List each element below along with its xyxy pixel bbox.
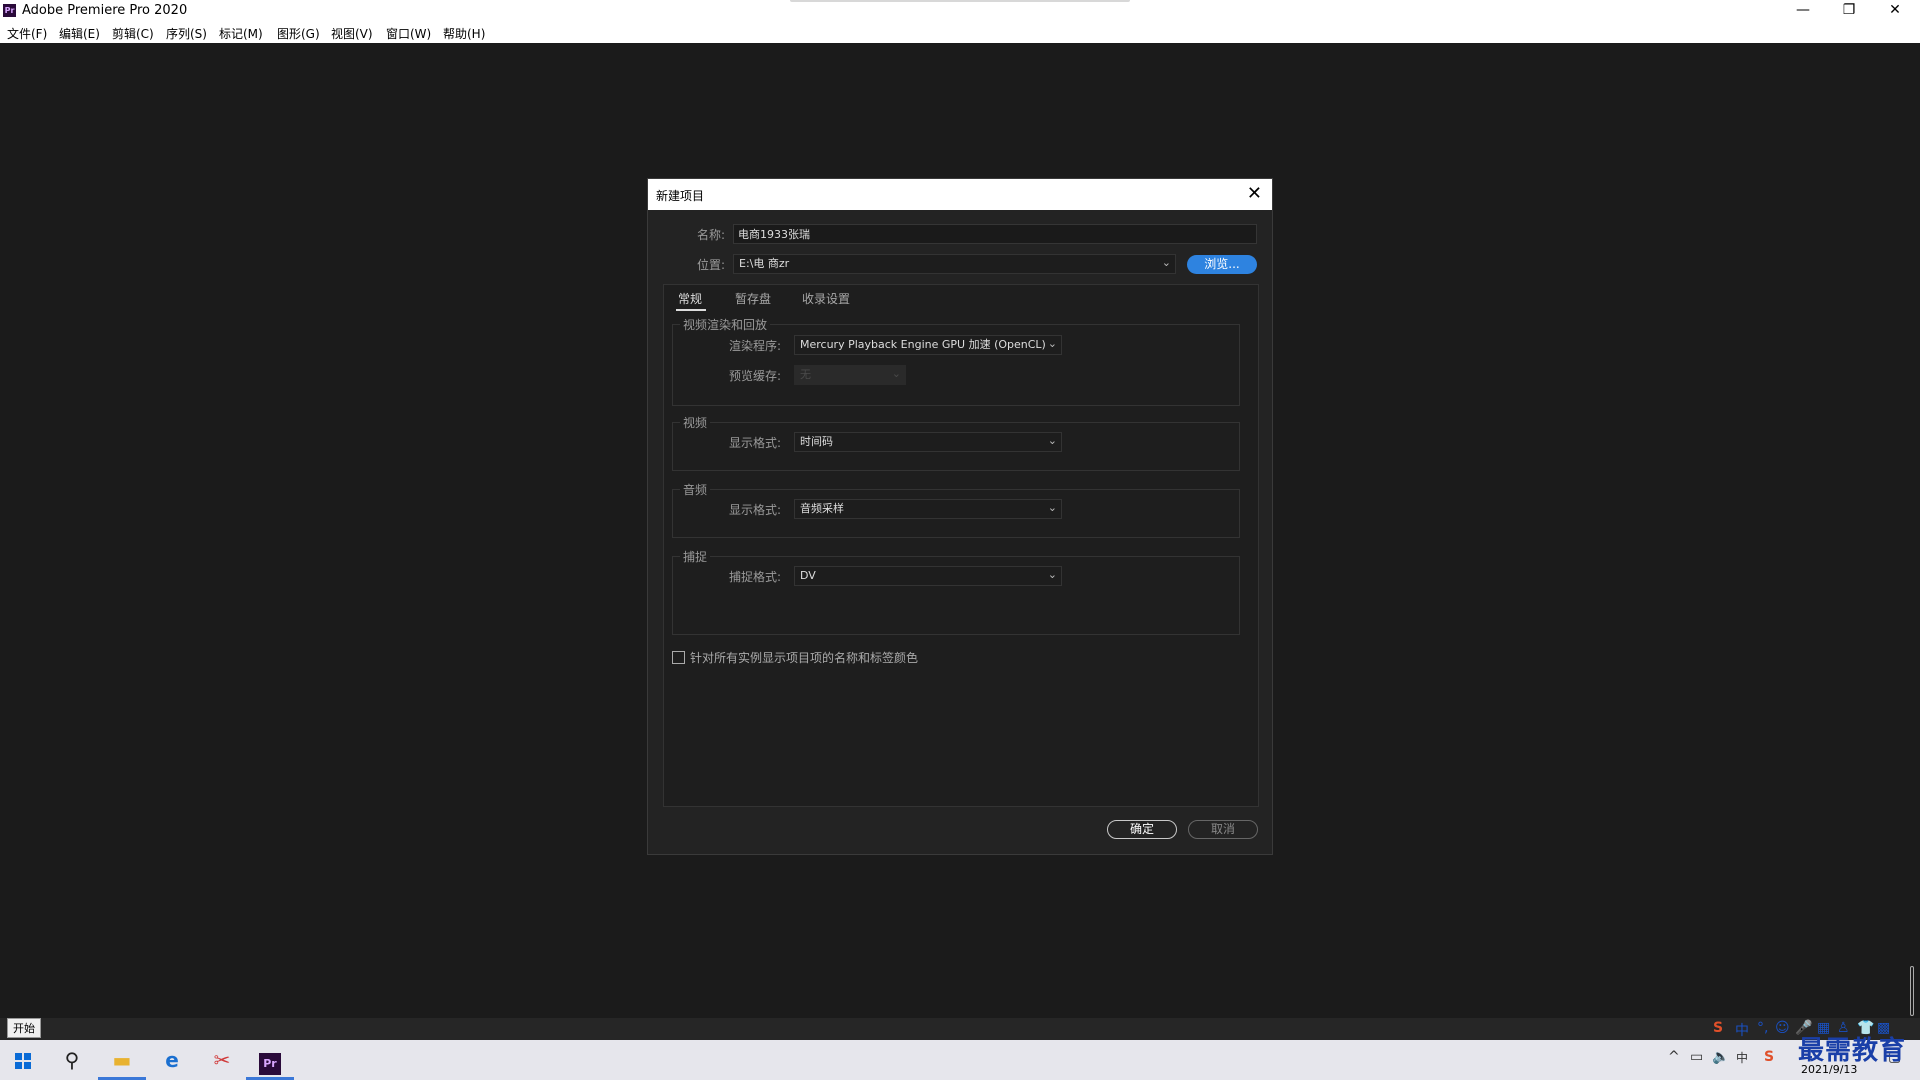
- chevron-up-icon[interactable]: ^: [1668, 1049, 1680, 1065]
- menu-edit[interactable]: 编辑(E): [59, 25, 100, 42]
- chevron-down-icon: ⌄: [1047, 568, 1057, 581]
- video-section-title: 视频: [680, 414, 711, 431]
- new-project-dialog: 新建项目 ✕ 名称: 位置: E:\电 商zr ⌄ 浏览... 常规 暂存盘 收…: [647, 178, 1273, 855]
- start-tooltip: 开始: [7, 1018, 41, 1038]
- close-window-button[interactable]: ✕: [1872, 0, 1918, 22]
- location-label: 位置:: [697, 258, 726, 272]
- network-icon[interactable]: ▭: [1690, 1049, 1703, 1065]
- show-labels-checkbox-label: 针对所有实例显示项目项的名称和标签颜色: [690, 651, 919, 665]
- capture-format-select[interactable]: DV ⌄: [794, 566, 1062, 586]
- volume-icon[interactable]: 🔈: [1712, 1049, 1729, 1065]
- capture-format-value: DV: [800, 569, 816, 582]
- premiere-logo-icon: Pr: [3, 4, 16, 17]
- chevron-down-icon: ⌄: [1161, 256, 1171, 269]
- scrollbar-thumb[interactable]: [1910, 966, 1914, 1016]
- project-name-input[interactable]: [733, 224, 1257, 244]
- window-title: Adobe Premiere Pro 2020: [22, 3, 188, 18]
- audio-format-value: 音频采样: [800, 502, 844, 515]
- renderer-select[interactable]: Mercury Playback Engine GPU 加速 (OpenCL) …: [794, 335, 1062, 355]
- sogou-ime-icon[interactable]: S: [1713, 1020, 1723, 1036]
- tab-scratch-disks[interactable]: 暂存盘: [735, 290, 771, 307]
- tab-general[interactable]: 常规: [678, 290, 702, 307]
- sogou-tray-icon[interactable]: S: [1764, 1049, 1774, 1065]
- location-value: E:\电 商zr: [739, 257, 790, 270]
- renderer-value: Mercury Playback Engine GPU 加速 (OpenCL): [800, 338, 1046, 351]
- premiere-icon[interactable]: Pr: [246, 1040, 294, 1080]
- snipping-icon[interactable]: ✂: [198, 1040, 246, 1080]
- taskbar: ⚲ ▬ e ✂ Pr: [0, 1040, 1920, 1080]
- location-select[interactable]: E:\电 商zr ⌄: [733, 254, 1176, 274]
- name-label: 名称:: [697, 228, 726, 242]
- menu-window[interactable]: 窗口(W): [386, 25, 431, 42]
- search-icon[interactable]: ⚲: [48, 1040, 96, 1080]
- capture-section-title: 捕捉: [680, 548, 711, 565]
- preview-cache-label: 预览缓存:: [729, 369, 782, 383]
- menu-graphics[interactable]: 图形(G): [277, 25, 320, 42]
- chevron-down-icon: ⌄: [1047, 501, 1057, 514]
- preview-cache-value: 无: [800, 368, 811, 381]
- video-format-value: 时间码: [800, 435, 833, 448]
- preview-cache-select: 无 ⌄: [794, 365, 906, 385]
- file-explorer-icon[interactable]: ▬: [98, 1040, 146, 1080]
- chevron-down-icon: ⌄: [1047, 337, 1057, 350]
- minimize-button[interactable]: —: [1780, 0, 1826, 22]
- renderer-label: 渲染程序:: [729, 339, 782, 353]
- menu-help[interactable]: 帮助(H): [443, 25, 485, 42]
- edge-icon[interactable]: e: [148, 1040, 196, 1080]
- audio-format-select[interactable]: 音频采样 ⌄: [794, 499, 1062, 519]
- dialog-title: 新建项目: [656, 189, 705, 203]
- dialog-close-icon[interactable]: ✕: [1247, 183, 1262, 204]
- premiere-logo-icon: Pr: [259, 1053, 281, 1075]
- punctuation-icon[interactable]: °,: [1757, 1020, 1768, 1036]
- watermark-text: 最需教育: [1798, 1036, 1907, 1066]
- restore-button[interactable]: ❐: [1826, 0, 1872, 22]
- video-format-label: 显示格式:: [729, 436, 782, 450]
- audio-format-label: 显示格式:: [729, 503, 782, 517]
- emoji-icon[interactable]: ☺: [1775, 1020, 1790, 1036]
- menu-bar: 文件(F) 编辑(E) 剪辑(C) 序列(S) 标记(M) 图形(G) 视图(V…: [0, 22, 1920, 43]
- input-lang-icon[interactable]: 中: [1736, 1049, 1748, 1066]
- windows-logo-icon: [15, 1053, 31, 1069]
- chevron-down-icon: ⌄: [1047, 434, 1057, 447]
- tab-ingest-settings[interactable]: 收录设置: [802, 290, 850, 307]
- browse-button[interactable]: 浏览...: [1187, 255, 1257, 274]
- start-button[interactable]: [0, 1040, 48, 1080]
- menu-sequence[interactable]: 序列(S): [166, 25, 207, 42]
- menu-markers[interactable]: 标记(M): [219, 25, 263, 42]
- capture-format-label: 捕捉格式:: [729, 570, 782, 584]
- chevron-down-icon: ⌄: [891, 367, 901, 380]
- cancel-button[interactable]: 取消: [1188, 820, 1258, 839]
- active-tab-indicator: [676, 309, 706, 311]
- video-format-select[interactable]: 时间码 ⌄: [794, 432, 1062, 452]
- bottom-status-strip: [0, 1018, 1920, 1040]
- settings-panel: 常规 暂存盘 收录设置 视频渲染和回放 渲染程序: Mercury Playba…: [663, 284, 1259, 807]
- audio-section-title: 音频: [680, 481, 711, 498]
- ok-button[interactable]: 确定: [1107, 820, 1177, 839]
- show-labels-checkbox[interactable]: [672, 651, 685, 664]
- render-section-title: 视频渲染和回放: [680, 316, 771, 333]
- menu-clip[interactable]: 剪辑(C): [112, 25, 154, 42]
- menu-file[interactable]: 文件(F): [7, 25, 47, 42]
- menu-view[interactable]: 视图(V): [331, 25, 373, 42]
- dialog-header: 新建项目 ✕: [648, 179, 1272, 210]
- ime-mode-indicator[interactable]: 中: [1735, 1020, 1749, 1040]
- floating-toolbar-strip: [790, 0, 1130, 2]
- title-bar: Pr Adobe Premiere Pro 2020 — ❐ ✕: [0, 0, 1920, 22]
